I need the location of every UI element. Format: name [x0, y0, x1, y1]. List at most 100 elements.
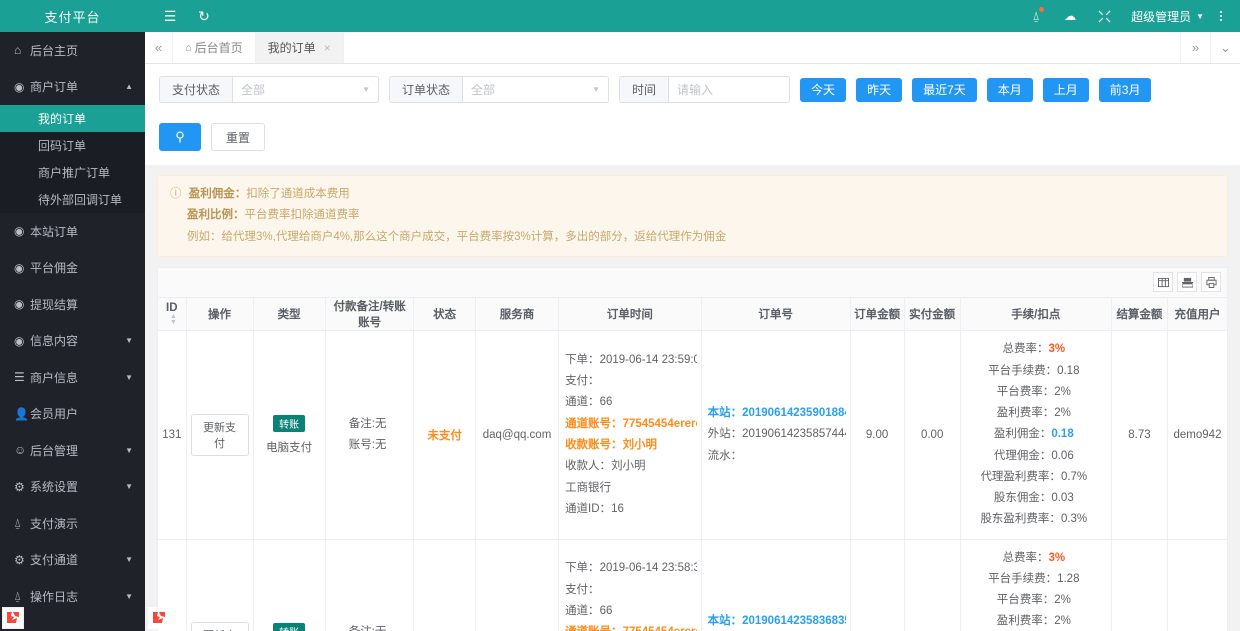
total-rate-value: 3%	[1048, 551, 1066, 564]
update-payment-button[interactable]: 更新支付	[190, 413, 249, 456]
quick-range-last7days[interactable]: 最近7天	[912, 77, 977, 102]
col-user: 充值用户	[1167, 297, 1227, 332]
quick-range-this-month[interactable]: 本月	[986, 77, 1033, 102]
sidebar-item-payment-demo[interactable]: ⍙ 支付演示	[0, 505, 145, 542]
fullscreen-icon[interactable]	[1087, 0, 1121, 32]
sidebar-item-my-orders[interactable]: 我的订单	[0, 105, 145, 132]
sidebar-item-admin-management[interactable]: ☺ 后台管理 ▼	[0, 432, 145, 469]
remote-order-label: 外站：	[707, 428, 743, 441]
search-icon: ⚲	[175, 129, 185, 144]
close-icon[interactable]: ×	[324, 41, 331, 55]
cell-paid-amount: 0.00	[904, 330, 961, 540]
sidebar-item-merchant-info[interactable]: ☰ 商户信息 ▼	[0, 359, 145, 396]
profit-rate-line: 盈利费率：2%	[961, 611, 1107, 631]
platform-fee-value: 1.28	[1057, 572, 1080, 585]
sidebar-item-pending-external-callback-orders[interactable]: 待外部回调订单	[0, 186, 145, 213]
sidebar-item-member-users[interactable]: 👤 会员用户	[0, 396, 145, 433]
agent-profit-rate-line: 代理盈利费率：0.7%	[961, 467, 1107, 488]
sidebar-subitem-label: 商户推广订单	[38, 166, 111, 180]
platform-rate-label: 平台费率：	[996, 594, 1055, 607]
receiver-account-line: 收款账号：刘小明	[565, 435, 697, 456]
tab-home[interactable]: ⌂ 后台首页	[173, 32, 256, 63]
col-status: 状态	[413, 297, 476, 332]
col-remark: 付款备注/转账账号	[325, 297, 415, 332]
cell-order-no: 本站：20190614235836835309 外站：2019061423583…	[701, 539, 851, 631]
filter-actions: ⚲ 重置	[159, 123, 1226, 151]
chevron-double-left-icon[interactable]: «	[145, 32, 173, 63]
quick-range-last3months[interactable]: 前3月	[1098, 77, 1152, 102]
cell-order-amount: 9.00	[850, 330, 905, 540]
local-order-value[interactable]: 20190614235901884741	[742, 407, 846, 419]
platform-rate-line: 平台费率：2%	[961, 590, 1107, 611]
sidebar-item-system-settings[interactable]: ⚙ 系统设置 ▼	[0, 469, 145, 506]
brand-title: 支付平台	[0, 0, 145, 32]
columns-icon[interactable]	[1153, 272, 1173, 293]
col-type: 类型	[253, 297, 326, 332]
hamburger-icon[interactable]: ☰	[153, 0, 187, 32]
table-row[interactable]: 130 更新支付 转账 电脑支付 备注:无 账号:	[158, 539, 1227, 631]
content-area: 支付状态 全部 ▼ 订单状态 全部 ▼ 时间 请输入 今天 昨天 最近7天 本月…	[145, 64, 1240, 631]
sidebar-item-callback-orders[interactable]: 回码订单	[0, 132, 145, 159]
cell-op: 更新支付	[186, 330, 254, 540]
sidebar-item-payment-channel[interactable]: ⚙ 支付通道 ▼	[0, 542, 145, 579]
reset-button[interactable]: 重置	[211, 123, 266, 151]
sidebar: 支付平台 ⌂ 后台主页 ◉ 商户订单 ▲ 我的订单 回码订单 商户推广订单 待外…	[0, 0, 145, 631]
tab-controls: » ⌄	[1180, 32, 1240, 63]
receiver-account-value: 刘小明	[622, 438, 658, 451]
shareholder-profit-rate-label: 股东盈利费率：	[980, 513, 1061, 526]
search-button[interactable]: ⚲	[159, 123, 201, 151]
cell-order-amount: 64.00	[850, 539, 905, 631]
user-name-label: 超级管理员	[1131, 9, 1192, 24]
order-pay-label: 支付：	[565, 375, 600, 388]
chevron-down-icon[interactable]: ⌄	[1210, 32, 1240, 63]
order-placed-line: 下单：2019-06-14 23:59:01	[565, 350, 697, 371]
table-row[interactable]: 131 更新支付 转账 电脑支付 备注:无 账号:无 未支付 daq@qq.co…	[158, 330, 1227, 540]
status-badge: 未支付	[427, 429, 462, 442]
bell-icon[interactable]: ⍙	[1019, 0, 1053, 32]
time-input[interactable]	[677, 82, 782, 97]
top-header: ☰ ↻ ⍙ ☁ 超级管理员 ▼	[145, 0, 1240, 32]
platform-rate-label: 平台费率：	[996, 385, 1055, 398]
platform-fee-value: 0.18	[1057, 364, 1080, 377]
profit-commission-line: 盈利佣金：0.18	[961, 424, 1107, 445]
sidebar-item-info-content[interactable]: ◉ 信息内容 ▼	[0, 323, 145, 360]
user-menu[interactable]: 超级管理员 ▼	[1121, 8, 1210, 25]
quick-range-today[interactable]: 今天	[800, 77, 847, 102]
export-icon[interactable]	[1177, 272, 1197, 293]
info-alert: ⓘ 盈利佣金：扣除了通道成本费用 盈利比例：平台费率扣除通道费率 例如：给代理3…	[157, 175, 1228, 257]
sidebar-item-platform-commission[interactable]: ◉ 平台佣金	[0, 250, 145, 287]
filter-order-status-select[interactable]: 全部 ▼	[463, 77, 609, 102]
tab-my-orders[interactable]: 我的订单 ×	[255, 32, 344, 63]
sort-icon[interactable]: ▲ ▼	[170, 313, 177, 326]
content-scroll[interactable]: 支付状态 全部 ▼ 订单状态 全部 ▼ 时间 请输入 今天 昨天 最近7天 本月…	[145, 64, 1240, 631]
cube-icon: ◉	[14, 224, 25, 239]
channel-id-label: 通道ID：	[565, 502, 612, 515]
sidebar-item-site-orders[interactable]: ◉ 本站订单	[0, 213, 145, 250]
broken-image-icon-2	[148, 607, 170, 629]
shareholder-commission-value: 0.03	[1051, 492, 1074, 505]
quick-range-last-month[interactable]: 上月	[1042, 77, 1089, 102]
update-payment-button[interactable]: 更新支付	[190, 622, 249, 631]
channel-label: 通道：	[565, 396, 600, 409]
sidebar-item-withdraw-settlement[interactable]: ◉ 提现结算	[0, 286, 145, 323]
theme-icon[interactable]: ☁	[1053, 0, 1087, 32]
type-badge: 转账	[273, 623, 306, 631]
print-icon[interactable]	[1201, 272, 1221, 293]
order-placed-value: 2019-06-14 23:58:36	[599, 562, 697, 575]
sidebar-item-label: 商户信息	[30, 370, 79, 385]
filter-pay-status-select[interactable]: 全部 ▼	[233, 77, 379, 102]
alert-line-2-label: 盈利比例：	[187, 209, 245, 222]
chevron-down-icon: ▼	[125, 445, 133, 455]
local-order-value[interactable]: 20190614235836835309	[742, 615, 846, 627]
sidebar-item-merchant-orders[interactable]: ◉ 商户订单 ▲	[0, 69, 145, 106]
chevron-double-right-icon[interactable]: »	[1180, 32, 1210, 63]
chevron-down-icon: ▼	[125, 591, 133, 601]
more-vertical-icon[interactable]	[1210, 0, 1232, 32]
chevron-down-icon: ▼	[1196, 11, 1204, 21]
sidebar-item-merchant-promo-orders[interactable]: 商户推广订单	[0, 159, 145, 186]
sidebar-item-home[interactable]: ⌂ 后台主页	[0, 32, 145, 69]
refresh-icon[interactable]: ↻	[187, 0, 221, 32]
quick-range-yesterday[interactable]: 昨天	[856, 77, 903, 102]
remark-account: 账号:无	[348, 438, 387, 451]
col-id[interactable]: ID ▲ ▼	[158, 297, 187, 332]
